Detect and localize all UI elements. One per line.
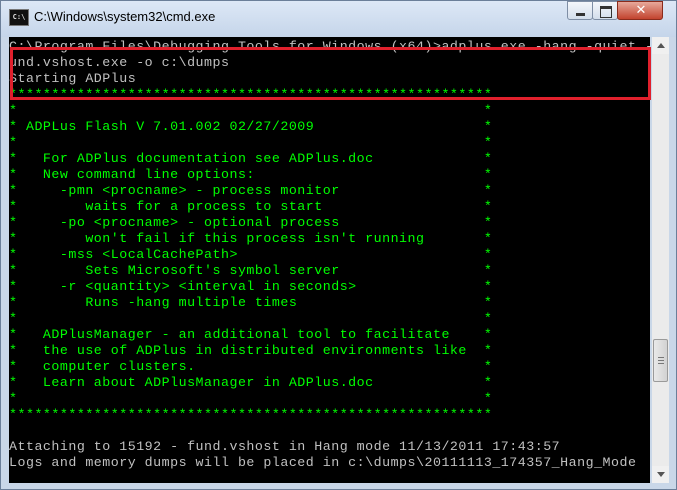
command-highlight-box — [10, 47, 651, 100]
scroll-down-arrow-icon — [657, 472, 665, 477]
grip-line — [658, 360, 664, 361]
grip-line — [658, 363, 664, 364]
scroll-up-arrow-icon — [657, 43, 665, 48]
scroll-up-button[interactable] — [652, 37, 669, 54]
console-line: * * — [9, 311, 493, 326]
console-line: * computer clusters. * — [9, 359, 493, 374]
console-line: * * — [9, 135, 493, 150]
console-line: Attaching to 15192 - fund.vshost in Hang… — [9, 439, 561, 454]
console-lines: C:\Program Files\Debugging Tools for Win… — [9, 39, 650, 471]
minimize-button[interactable] — [567, 1, 593, 20]
console-line: * the use of ADPlus in distributed envir… — [9, 343, 493, 358]
console-output[interactable]: C:\Program Files\Debugging Tools for Win… — [9, 37, 650, 483]
scroll-thumb[interactable] — [653, 339, 668, 382]
console-line: * Learn about ADPlusManager in ADPlus.do… — [9, 375, 493, 390]
cmd-app-icon[interactable]: C:\ — [9, 9, 29, 26]
console-line: * Sets Microsoft's symbol server * — [9, 263, 493, 278]
title-bar[interactable]: C:\ C:\Windows\system32\cmd.exe ✕ — [1, 1, 676, 37]
console-line: * * — [9, 391, 493, 406]
maximize-icon — [600, 6, 612, 18]
vertical-scrollbar[interactable] — [652, 37, 669, 483]
console-line: * -pmn <procname> - process monitor * — [9, 183, 493, 198]
console-line: * * — [9, 103, 493, 118]
console-line: * For ADPlus documentation see ADPlus.do… — [9, 151, 493, 166]
console-line: ****************************************… — [9, 407, 493, 422]
grip-line — [658, 357, 664, 358]
console-line: Logs and memory dumps will be placed in … — [9, 455, 637, 470]
window-title: C:\Windows\system32\cmd.exe — [34, 9, 216, 24]
close-button[interactable]: ✕ — [617, 1, 663, 20]
console-line: * -po <procname> - optional process * — [9, 215, 493, 230]
console-line: * won't fail if this process isn't runni… — [9, 231, 493, 246]
console-line: * waits for a process to start * — [9, 199, 493, 214]
console-line: * Runs -hang multiple times * — [9, 295, 493, 310]
console-line: * -mss <LocalCachePath> * — [9, 247, 493, 262]
close-icon: ✕ — [635, 3, 647, 18]
console-line: * ADPlusManager - an additional tool to … — [9, 327, 493, 342]
cmd-window: C:\ C:\Windows\system32\cmd.exe ✕ C:\Pro… — [0, 0, 677, 490]
console-line: * New command line options: * — [9, 167, 493, 182]
scroll-down-button[interactable] — [652, 466, 669, 483]
console-line: * -r <quantity> <interval in seconds> * — [9, 279, 493, 294]
console-line: * ADPLus Flash V 7.01.002 02/27/2009 * — [9, 119, 493, 134]
minimize-icon — [576, 13, 585, 16]
maximize-button[interactable] — [592, 1, 618, 20]
